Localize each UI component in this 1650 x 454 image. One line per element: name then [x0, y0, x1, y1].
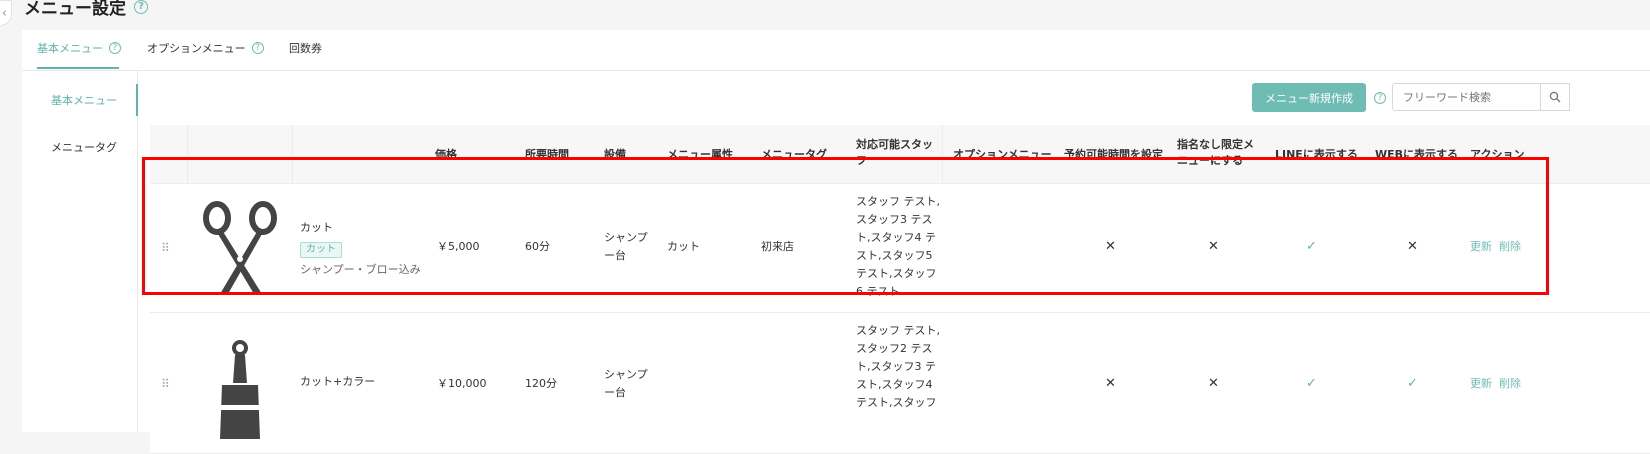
search-input[interactable] [1392, 83, 1541, 111]
equipment: シャンプ ー台 [604, 368, 648, 399]
table-row: ⠿ カット+カラー ￥10,000 120分 シャンプ ー台 スタッフ テスト,… [150, 313, 1650, 454]
help-icon[interactable]: ? [134, 0, 148, 14]
header-reservation-time: 予約可能時間を設定 [1064, 148, 1163, 161]
menu-name: カット [300, 221, 333, 234]
chevron-left-icon: ‹ [1, 5, 7, 21]
web-display-mark: ✕ [1407, 239, 1418, 254]
page-title: メニュー設定 ? [24, 0, 148, 19]
duration: 120分 [525, 377, 557, 390]
menu-name: カット+カラー [300, 375, 376, 388]
side-nav-active-indicator [136, 84, 138, 116]
search-button[interactable] [1540, 83, 1570, 111]
active-tab-indicator [37, 67, 119, 69]
update-link[interactable]: 更新 [1470, 238, 1492, 256]
main-card: 基本メニュー ? オプションメニュー ? 回数券 基本メニュー メニュータグ メ… [22, 30, 1650, 454]
menu-description: シャンプー・ブロー込み [300, 263, 421, 276]
help-icon[interactable]: ? [1374, 92, 1386, 104]
header-action: アクション [1470, 148, 1525, 161]
header-web: WEBに表示する [1375, 148, 1459, 161]
header-duration: 所要時間 [525, 148, 569, 161]
side-nav-menu-tag[interactable]: メニュータグ [51, 139, 117, 155]
new-menu-button[interactable]: メニュー新規作成 [1252, 83, 1366, 112]
side-nav: 基本メニュー メニュータグ [22, 71, 138, 432]
header-equipment: 設備 [604, 148, 626, 161]
tab-coupon-tickets[interactable]: 回数券 [289, 40, 322, 56]
table-header: 価格 所要時間 設備 メニュー属性 メニュータグ 対応可能スタッ フ オプション… [150, 125, 1650, 184]
header-no-nomination: 指名なし限定メ ニューにする [1177, 138, 1254, 167]
menu-attribute: カット [667, 240, 700, 253]
duration: 60分 [525, 240, 550, 253]
help-icon[interactable]: ? [251, 42, 264, 54]
update-link[interactable]: 更新 [1470, 375, 1492, 393]
header-attribute: メニュー属性 [667, 148, 733, 161]
header-price: 価格 [435, 148, 457, 161]
web-display-mark: ✓ [1407, 376, 1418, 391]
column-divider [187, 125, 188, 183]
no-nomination-mark: ✕ [1208, 239, 1219, 254]
drag-handle-icon[interactable]: ⠿ [161, 375, 170, 393]
menu-tag-badge: カット [300, 240, 342, 258]
delete-link[interactable]: 削除 [1499, 375, 1521, 393]
brush-icon [210, 339, 270, 439]
help-icon[interactable]: ? [109, 42, 121, 54]
header-tag: メニュータグ [761, 148, 827, 161]
header-staff: 対応可能スタッ フ [856, 138, 933, 167]
delete-link[interactable]: 削除 [1499, 238, 1521, 256]
header-option-menu: オプションメニュー [953, 148, 1052, 161]
collapse-sidebar-button[interactable]: ‹ [0, 0, 12, 26]
reservation-time-mark: ✕ [1105, 239, 1116, 254]
header-line: LINEに表示する [1275, 148, 1358, 161]
reservation-time-mark: ✕ [1105, 376, 1116, 391]
equipment: シャンプ ー台 [604, 231, 648, 262]
staff-list: スタッフ テスト, スタッフ3 テス ト,スタッフ4 テ スト,スタッフ5 テス… [856, 195, 940, 298]
price: ￥10,000 [437, 377, 487, 390]
drag-handle-icon[interactable]: ⠿ [161, 239, 170, 257]
price: ￥5,000 [437, 240, 480, 253]
column-divider [292, 125, 293, 183]
search-icon [1549, 91, 1561, 103]
line-display-mark: ✓ [1306, 376, 1317, 391]
line-display-mark: ✓ [1306, 239, 1317, 254]
staff-list: スタッフ テスト, スタッフ2 テス ト,スタッフ3 テ スト,スタッフ4 テス… [856, 324, 940, 409]
menu-table: 価格 所要時間 設備 メニュー属性 メニュータグ 対応可能スタッ フ オプション… [150, 125, 1650, 454]
tab-basic-menu[interactable]: 基本メニュー ? [37, 40, 121, 56]
column-divider [942, 125, 943, 183]
menu-tag: 初来店 [761, 240, 794, 253]
table-row: ⠿ カット カット シャンプー・ブロー込み ￥5,000 60分 シャンプ ー台… [150, 184, 1650, 313]
tab-bar: 基本メニュー ? オプションメニュー ? 回数券 [22, 30, 1650, 71]
scissors-icon [200, 198, 280, 298]
no-nomination-mark: ✕ [1208, 376, 1219, 391]
side-nav-basic-menu[interactable]: 基本メニュー [51, 92, 117, 108]
tab-option-menu[interactable]: オプションメニュー ? [147, 40, 264, 56]
